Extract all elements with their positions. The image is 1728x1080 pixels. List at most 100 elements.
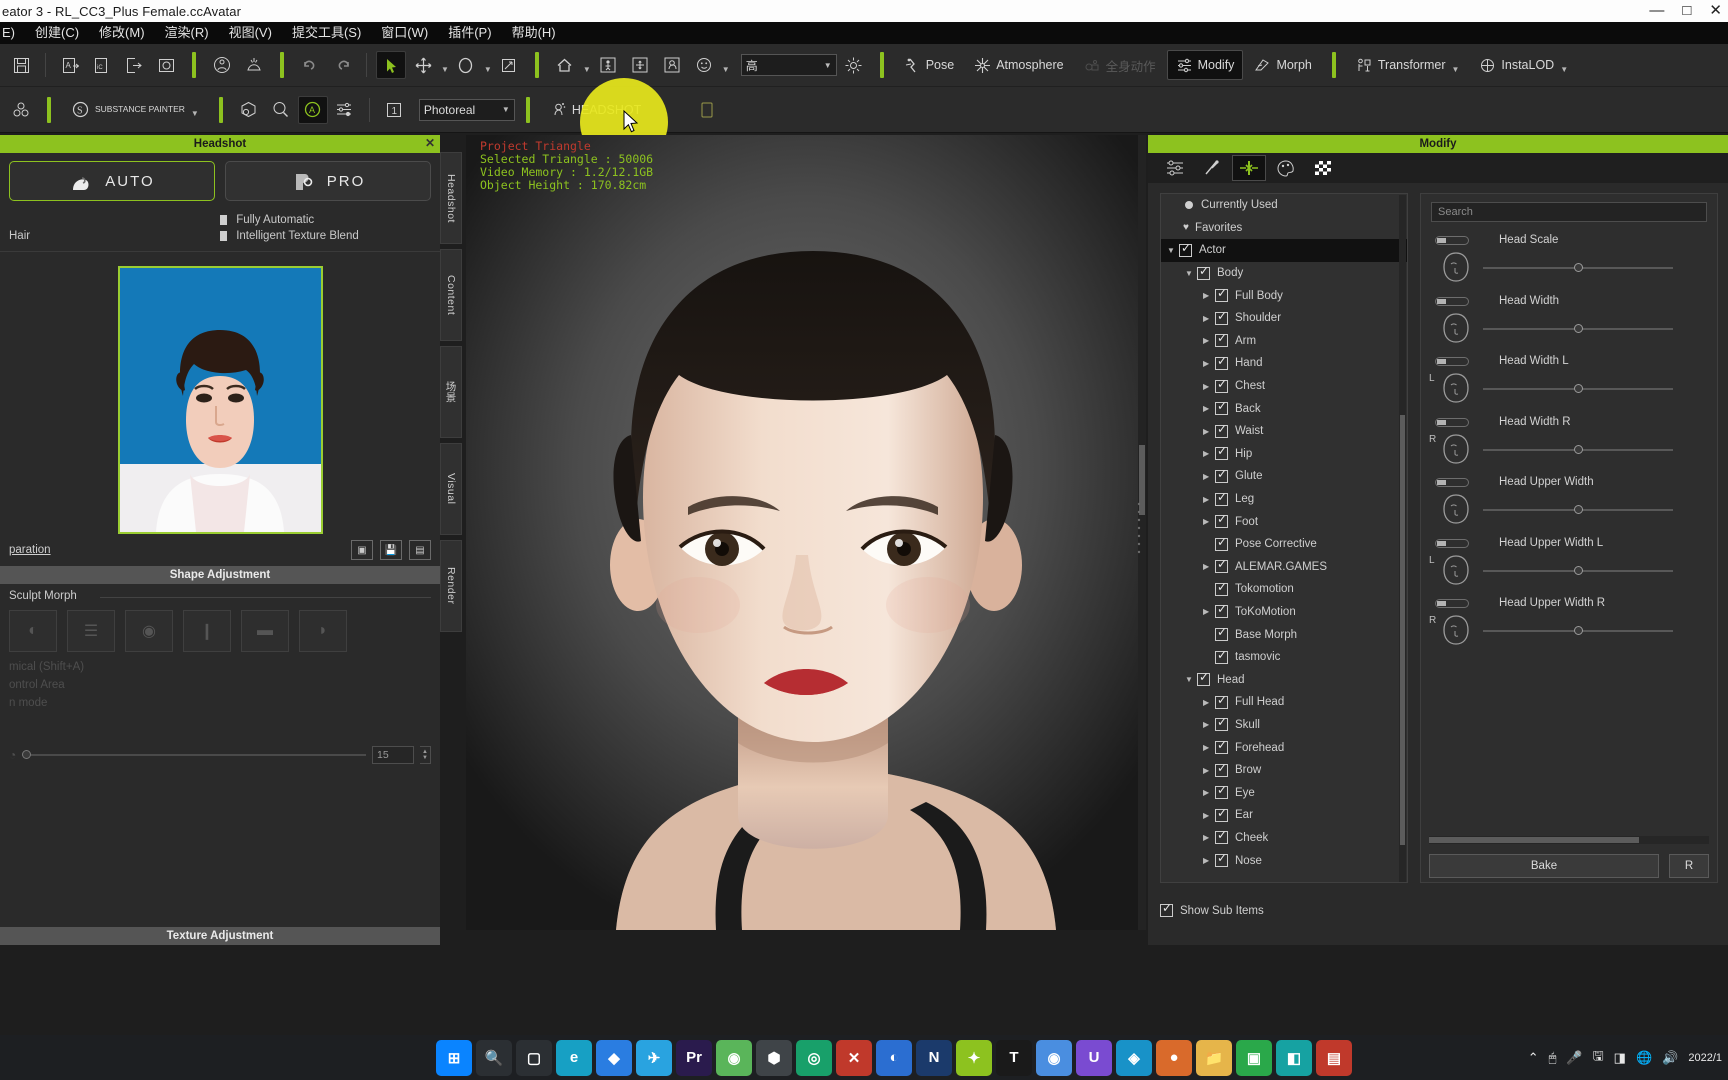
- rotate-dropdown-caret[interactable]: ▼: [484, 65, 492, 74]
- menu-item-2[interactable]: 修改(M): [89, 22, 155, 44]
- taskbar-item-app-red2[interactable]: ▤: [1316, 1039, 1352, 1076]
- morph-slider-knob[interactable]: [1574, 626, 1583, 635]
- tree-row[interactable]: ▶ Back: [1161, 397, 1407, 420]
- tree-row[interactable]: ▶ ToKoMotion: [1161, 601, 1407, 624]
- undo-icon[interactable]: [295, 51, 325, 79]
- tree-checkbox[interactable]: [1215, 557, 1228, 574]
- tree-row[interactable]: tasmovic: [1161, 646, 1407, 669]
- taskbar-item-folder[interactable]: 📁: [1196, 1039, 1232, 1076]
- tree-row[interactable]: Pose Corrective: [1161, 533, 1407, 556]
- source-photo-thumbnail[interactable]: [117, 266, 323, 534]
- home-dropdown-caret[interactable]: ▼: [583, 65, 591, 74]
- tree-checkbox[interactable]: [1179, 241, 1192, 257]
- tab-attribute[interactable]: [1158, 155, 1192, 181]
- taskbar-item-app-teal2[interactable]: ◧: [1276, 1039, 1312, 1076]
- tree-expand-right-icon[interactable]: ▶: [1203, 698, 1215, 707]
- morph-button[interactable]: Morph: [1245, 50, 1320, 80]
- taskbar-item-app-blue[interactable]: ◆: [596, 1039, 632, 1076]
- morph-preset-bar[interactable]: [1435, 236, 1469, 245]
- menu-item-7[interactable]: 插件(P): [438, 22, 501, 44]
- import-object-icon[interactable]: iC: [87, 51, 117, 79]
- tree-row[interactable]: ▶ Arm: [1161, 330, 1407, 353]
- taskbar-item-app-lime[interactable]: ✦: [956, 1039, 992, 1076]
- save-image-icon[interactable]: 💾: [380, 540, 402, 560]
- tree-checkbox[interactable]: [1215, 331, 1228, 348]
- tray-volume-icon[interactable]: 🔊: [1662, 1050, 1678, 1066]
- headshot-option-right-1[interactable]: Fully Automatic: [220, 214, 431, 226]
- tree-checkbox[interactable]: [1215, 399, 1228, 416]
- tree-expand-right-icon[interactable]: ▶: [1203, 359, 1215, 368]
- tree-row[interactable]: ▼ Actor: [1161, 239, 1407, 262]
- headshot-option-left-1[interactable]: [9, 214, 220, 226]
- tree-row[interactable]: ▶ Nose: [1161, 849, 1407, 872]
- headshot-mode-auto[interactable]: AUTO: [9, 161, 215, 201]
- person-fit-icon[interactable]: [593, 51, 623, 79]
- cube-person-icon[interactable]: [207, 51, 237, 79]
- sculpt-button-4[interactable]: ❙: [183, 610, 231, 652]
- tree-checkbox[interactable]: [1215, 761, 1228, 777]
- minimize-button[interactable]: —: [1647, 0, 1666, 22]
- tree-checkbox[interactable]: [1215, 354, 1228, 370]
- strength-stepper[interactable]: ▲ ▼: [420, 746, 431, 764]
- checkbox-texture-blend-icon[interactable]: [220, 230, 227, 241]
- tree-expand-down-icon[interactable]: ▼: [1185, 269, 1197, 278]
- tree-checkbox[interactable]: [1197, 264, 1210, 280]
- taskbar-item-app-blue2[interactable]: ◐: [876, 1039, 912, 1076]
- tree-row[interactable]: ▶ Foot: [1161, 510, 1407, 533]
- tree-checkbox[interactable]: [1215, 377, 1228, 393]
- material-icon[interactable]: [234, 96, 264, 124]
- tab-morph-edit[interactable]: [1232, 155, 1266, 181]
- tray-chevron-up-icon[interactable]: ⌃: [1528, 1050, 1539, 1066]
- morph-slider-track[interactable]: [1483, 626, 1673, 635]
- morph-slider-knob[interactable]: [1574, 323, 1583, 333]
- tree-checkbox[interactable]: [1215, 851, 1228, 868]
- strength-value-input[interactable]: 15: [372, 746, 414, 764]
- move-icon[interactable]: [408, 51, 438, 79]
- tree-row[interactable]: ▶ ALEMAR.GAMES: [1161, 556, 1407, 579]
- tree-expand-right-icon[interactable]: ▶: [1203, 856, 1215, 865]
- tray-clock[interactable]: 2022/1: [1688, 1052, 1722, 1064]
- tree-expand-right-icon[interactable]: ▶: [1203, 517, 1215, 526]
- sculpt-button-6[interactable]: ◗: [299, 610, 347, 652]
- arrow-cursor-icon[interactable]: [376, 51, 406, 79]
- tree-expand-right-icon[interactable]: ▶: [1203, 788, 1215, 797]
- taskbar-item-start[interactable]: ⊞: [436, 1039, 472, 1076]
- instalod-caret-icon[interactable]: ▼: [1560, 65, 1568, 74]
- tab-texture[interactable]: [1306, 155, 1340, 181]
- tree-row[interactable]: ▶ Full Head: [1161, 691, 1407, 714]
- reset-button[interactable]: R: [1669, 854, 1709, 878]
- tree-checkbox[interactable]: [1215, 286, 1228, 303]
- sliders-horizontal-scrollbar[interactable]: [1429, 836, 1709, 844]
- reset-image-icon[interactable]: ▤: [409, 540, 431, 560]
- menu-item-5[interactable]: 提交工具(S): [282, 22, 371, 44]
- headshot-mode-pro[interactable]: PRO: [225, 161, 431, 201]
- redo-icon[interactable]: [327, 51, 357, 79]
- vertical-tab-content[interactable]: Content: [440, 249, 462, 341]
- close-button[interactable]: ✕: [1707, 0, 1724, 22]
- show-sub-items-checkbox[interactable]: [1160, 901, 1173, 917]
- tree-row[interactable]: ▶ Hip: [1161, 443, 1407, 466]
- morph-slider-track[interactable]: [1483, 384, 1673, 393]
- instalod-button[interactable]: InstaLOD ▼: [1470, 50, 1577, 80]
- tree-checkbox[interactable]: [1215, 648, 1228, 664]
- menu-item-4[interactable]: 视图(V): [219, 22, 282, 44]
- 3d-viewport[interactable]: Project Triangle Selected Triangle : 5000…: [466, 135, 1146, 930]
- tree-expand-right-icon[interactable]: ▶: [1203, 495, 1215, 504]
- morph-slider-track[interactable]: [1483, 323, 1673, 333]
- tree-row[interactable]: ▶ Ear: [1161, 804, 1407, 827]
- tree-expand-right-icon[interactable]: ▶: [1203, 427, 1215, 436]
- headshot-generate-button[interactable]: [692, 96, 722, 124]
- tree-expand-right-icon[interactable]: ▶: [1203, 382, 1215, 391]
- tree-expand-right-icon[interactable]: ▶: [1203, 720, 1215, 729]
- export-icon[interactable]: [119, 51, 149, 79]
- tray-disk-icon[interactable]: 🖫: [1593, 1047, 1604, 1069]
- quality-dropdown[interactable]: 高 ▼: [740, 54, 837, 76]
- morph-slider-track[interactable]: [1483, 444, 1673, 454]
- tree-checkbox[interactable]: [1215, 490, 1228, 506]
- substance-painter-button[interactable]: S SUBSTANCE PAINTER ▼: [62, 95, 208, 125]
- morph-slider-track[interactable]: [1483, 263, 1673, 272]
- smiley-icon[interactable]: [689, 51, 719, 79]
- morph-preset-bar[interactable]: [1435, 357, 1469, 366]
- taskbar-item-app-navy[interactable]: N: [916, 1039, 952, 1076]
- morph-slider-knob[interactable]: [1574, 444, 1583, 454]
